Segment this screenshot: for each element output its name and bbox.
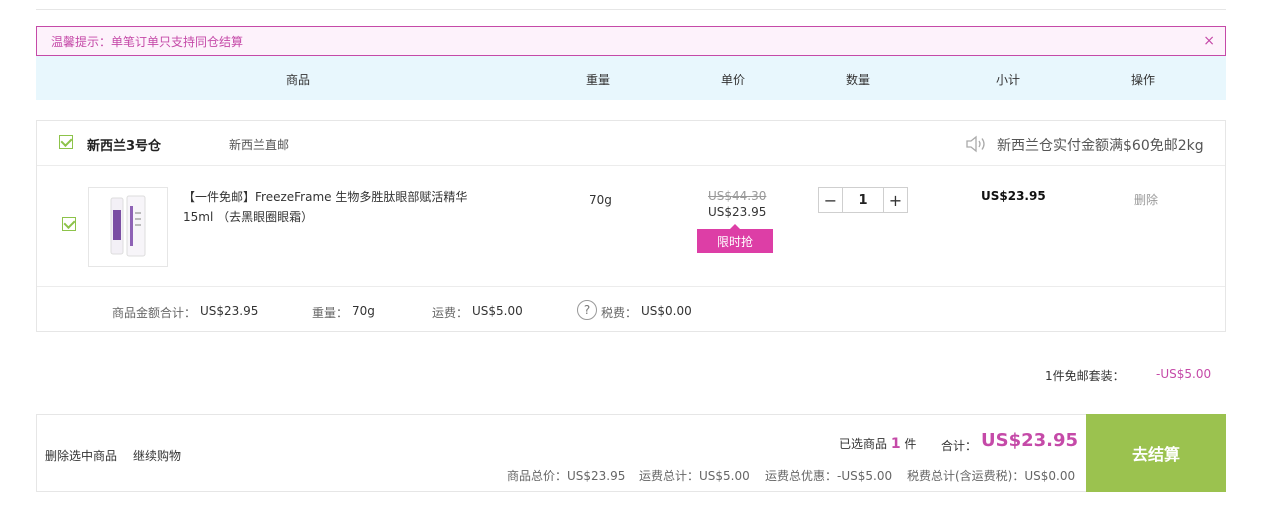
warehouse-summary: 商品金额合计： US$23.95 重量： 70g 运费： US$5.00 ? 税…	[37, 288, 1225, 332]
detail-goods-total: 商品总价：US$23.95	[507, 469, 626, 483]
delete-item-link[interactable]: 删除	[1134, 191, 1158, 208]
item-weight: 70g	[589, 193, 612, 207]
warehouse-group: 新西兰3号仓 新西兰直邮 新西兰仓实付金额满$60免邮2kg 【一件免邮】Fre…	[36, 120, 1226, 332]
checkout-footer: 删除选中商品 继续购物 已选商品 1 件 合计： US$23.95 商品总价：U…	[36, 414, 1226, 492]
quantity-stepper: − 1 +	[818, 187, 908, 213]
notice-bar: 温馨提示：单笔订单只支持同仓结算 ×	[36, 26, 1226, 56]
warehouse-tag: 新西兰直邮	[229, 138, 290, 152]
free-package-label: 1件免邮套装：	[1045, 369, 1125, 383]
selected-count: 已选商品 1 件	[839, 435, 916, 452]
current-price: US$23.95	[708, 205, 767, 219]
continue-shopping-link[interactable]: 继续购物	[133, 447, 181, 464]
col-price: 单价	[720, 73, 746, 87]
col-quantity: 数量	[845, 73, 871, 87]
quantity-plus-button[interactable]: +	[883, 188, 907, 212]
tax-help-icon[interactable]: ?	[577, 300, 597, 320]
notice-text: 温馨提示：单笔订单只支持同仓结算	[51, 34, 244, 49]
warehouse-checkbox[interactable]	[59, 135, 73, 149]
warehouse-promo: 新西兰仓实付金额满$60免邮2kg	[997, 138, 1204, 154]
product-image	[110, 195, 146, 257]
selected-suffix: 件	[904, 437, 917, 451]
detail-shipping-discount: 运费总优惠：-US$5.00	[765, 469, 893, 483]
warehouse-name: 新西兰3号仓	[87, 139, 162, 154]
total-value: US$23.95	[981, 430, 1079, 451]
quantity-input[interactable]: 1	[843, 188, 883, 212]
col-action: 操作	[1130, 73, 1156, 87]
item-subtotal: US$23.95	[981, 189, 1046, 203]
speaker-icon	[966, 135, 985, 153]
flash-sale-badge: 限时抢	[697, 224, 773, 253]
warehouse-header: 新西兰3号仓 新西兰直邮 新西兰仓实付金额满$60免邮2kg	[37, 121, 1225, 166]
delete-selected-link[interactable]: 删除选中商品	[45, 447, 117, 464]
selected-count-value: 1	[890, 436, 901, 452]
goods-total-value: US$23.95	[200, 304, 259, 318]
detail-tax-total: 税费总计(含运费税)：US$0.00	[907, 469, 1076, 483]
detail-shipping-total: 运费总计：US$5.00	[639, 469, 750, 483]
top-divider	[36, 9, 1226, 10]
item-checkbox[interactable]	[62, 217, 76, 231]
shipping-label: 运费：	[432, 306, 469, 320]
tax-label: 税费：	[601, 306, 638, 320]
weight-label: 重量：	[312, 306, 349, 320]
product-name[interactable]: 【一件免邮】FreezeFrame 生物多胜肽眼部赋活精华15ml （去黑眼圈眼…	[183, 187, 483, 227]
selected-prefix: 已选商品	[839, 437, 888, 451]
total-label: 合计：	[941, 439, 978, 453]
product-thumbnail[interactable]	[88, 187, 168, 267]
col-weight: 重量	[585, 73, 611, 87]
shipping-value: US$5.00	[472, 304, 523, 318]
tax-value: US$0.00	[641, 304, 692, 318]
free-package-value: -US$5.00	[1156, 367, 1212, 381]
close-icon[interactable]: ×	[1203, 33, 1215, 49]
weight-value: 70g	[352, 304, 375, 318]
goods-total-label: 商品金额合计：	[112, 306, 197, 320]
col-subtotal: 小计	[995, 73, 1021, 87]
checkout-button[interactable]: 去结算	[1086, 414, 1226, 492]
quantity-minus-button[interactable]: −	[819, 188, 843, 212]
cart-table-header: 商品 重量 单价 数量 小计 操作	[36, 56, 1226, 100]
original-price: US$44.30	[708, 189, 767, 203]
cart-item-row: 【一件免邮】FreezeFrame 生物多胜肽眼部赋活精华15ml （去黑眼圈眼…	[37, 167, 1225, 287]
col-product: 商品	[285, 73, 311, 87]
